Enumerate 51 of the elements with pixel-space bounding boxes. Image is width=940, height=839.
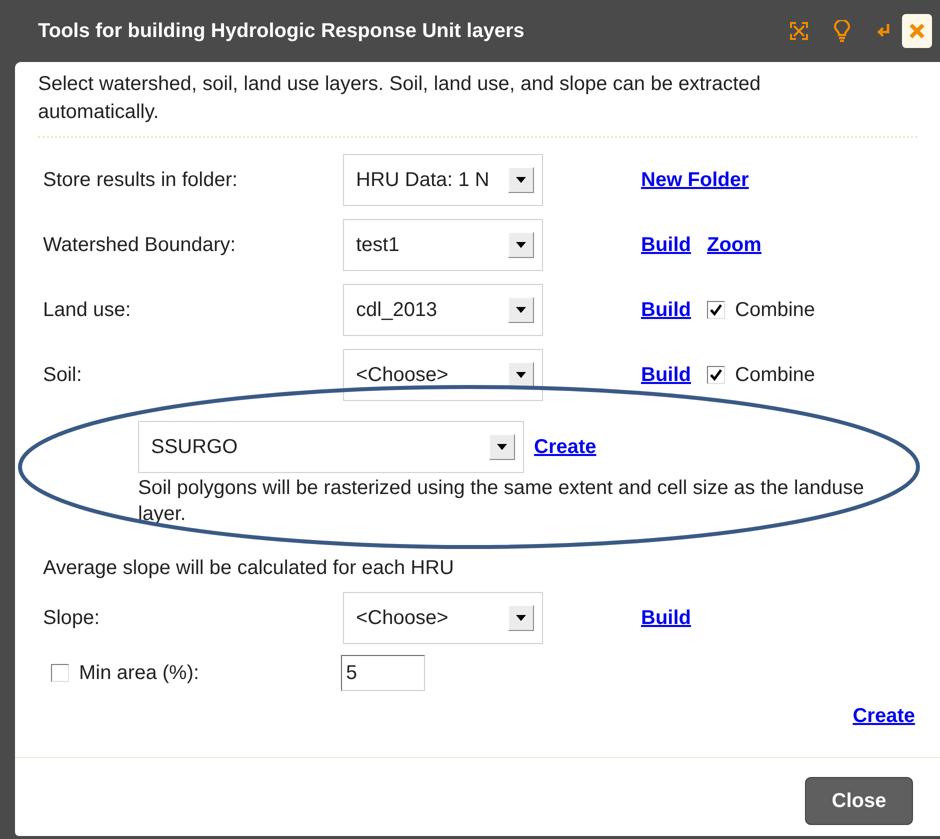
field-label: Slope: [43, 606, 101, 631]
lightbulb-icon[interactable] [834, 20, 850, 42]
link[interactable]: Zoom [707, 230, 762, 260]
caret-icon [497, 444, 507, 450]
caret-icon [516, 372, 526, 378]
checkbox[interactable] [707, 301, 725, 319]
dropdown-field[interactable]: cdl_2013 [343, 284, 543, 336]
slope-note: Average slope will be calculated for each HRU [42, 556, 455, 581]
link[interactable]: New Folder [641, 165, 749, 195]
field-label: Store results in folder: [43, 168, 239, 193]
dropdown-field[interactable]: HRU Data: 1 N [343, 154, 543, 206]
fullscreen-icon[interactable] [790, 22, 808, 40]
checkbox[interactable] [51, 664, 69, 682]
link[interactable]: Build [641, 360, 691, 390]
intro-text: Select watershed, soil, land use layers. Soil, land use, and slope can be extracted automatically. [37, 72, 762, 125]
dropdown-value: <Choose> [356, 363, 448, 388]
checkbox-label: Combine [735, 298, 816, 323]
dropdown-value: SSURGO [151, 435, 238, 460]
field-label: Land use: [43, 298, 132, 323]
caret-icon [516, 242, 526, 248]
dropdown-value: HRU Data: 1 N [356, 168, 490, 193]
link[interactable]: Build [641, 230, 691, 260]
checkbox[interactable] [707, 366, 725, 384]
link[interactable]: Build [641, 603, 691, 633]
dropdown-field[interactable]: <Choose> [343, 349, 543, 401]
dropdown-button[interactable] [508, 167, 534, 193]
link[interactable]: Create [852, 701, 915, 731]
dropdown-button[interactable] [489, 434, 515, 460]
field-label: Soil: [43, 363, 83, 388]
checkbox-label: Combine [735, 363, 816, 388]
field-label: Min area (%): [79, 661, 200, 686]
close-button[interactable]: Close [805, 777, 913, 825]
field-label: Watershed Boundary: [43, 233, 237, 258]
link[interactable]: Create [534, 432, 596, 462]
soil-note: Soil polygons will be rasterized using the same extent and cell size as the landuse layer. [138, 476, 865, 527]
dropdown-button[interactable] [508, 605, 534, 631]
dropdown-value: <Choose> [356, 606, 448, 631]
dropdown-button[interactable] [508, 232, 534, 258]
dropdown-value: test1 [356, 233, 400, 258]
dropdown-field[interactable]: SSURGO [138, 421, 524, 473]
dropdown-field[interactable]: test1 [343, 219, 543, 271]
window-title: Tools for building Hydrologic Response Unit layers [38, 19, 526, 44]
caret-icon [516, 307, 526, 313]
caret-icon [516, 177, 526, 183]
dropdown-value: cdl_2013 [356, 298, 438, 323]
input-field[interactable]: 5 [341, 655, 425, 691]
dropdown-button[interactable] [508, 297, 534, 323]
caret-icon [516, 615, 526, 621]
link[interactable]: Build [641, 295, 691, 325]
dropdown-button[interactable] [508, 362, 534, 388]
dropdown-field[interactable]: <Choose> [343, 592, 543, 644]
